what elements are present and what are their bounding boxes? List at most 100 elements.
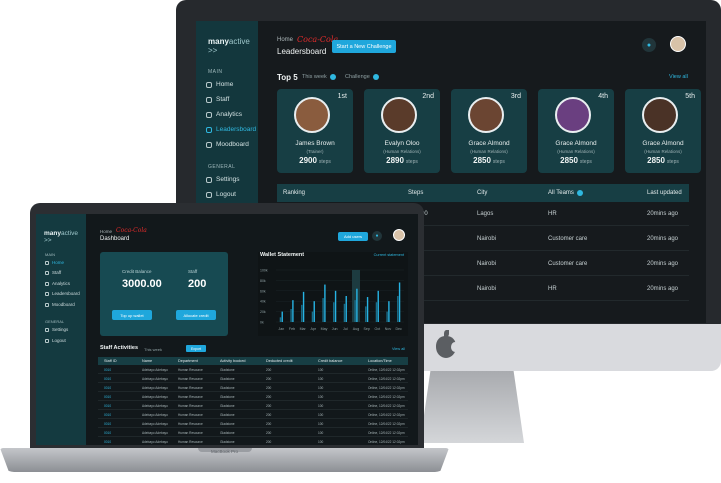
allocate-credit-button[interactable]: Allocate credit <box>176 310 216 320</box>
bar[interactable] <box>345 296 347 322</box>
bar[interactable] <box>398 282 401 322</box>
bar[interactable] <box>375 302 378 322</box>
bar[interactable] <box>356 288 358 322</box>
bar[interactable] <box>365 306 367 322</box>
week-filter[interactable]: This week <box>144 347 162 352</box>
column-header[interactable]: Activity booked <box>220 359 246 363</box>
start-challenge-button[interactable]: Start a New Challenge <box>332 40 396 53</box>
sidebar-item-staff[interactable]: Staff <box>45 270 61 275</box>
table-cell: 0010 <box>104 404 112 408</box>
table-row[interactable]: 0010 Adebayo Adebayo Human Resource Gladsto… <box>98 411 408 419</box>
bar[interactable] <box>377 290 379 322</box>
bar[interactable] <box>302 291 305 322</box>
sidebar-item-staff[interactable]: Staff <box>206 93 258 106</box>
bar[interactable] <box>386 311 388 322</box>
table-cell: Gladstone <box>220 404 235 408</box>
brand-logo[interactable]: manyactive >> <box>208 37 258 55</box>
avatar[interactable] <box>670 36 686 52</box>
sidebar-item-leadersboard[interactable]: Leadersboard <box>45 291 80 296</box>
leader-card[interactable]: 5th Grace Almond (Human Relations) 2850 s… <box>625 89 701 173</box>
chevron-down-icon <box>372 74 379 80</box>
credit-balance-label: Credit Balance <box>122 269 152 274</box>
table-cell: 200 <box>266 431 272 435</box>
ranking-table-header: Ranking Steps City All Teams Last update… <box>277 184 689 202</box>
avatar <box>555 97 591 133</box>
bar[interactable] <box>301 304 303 322</box>
table-row[interactable]: 0010 Adebayo Adebayo Human Resource Gladsto… <box>98 375 408 383</box>
table-cell: 0010 <box>104 440 112 444</box>
bar[interactable] <box>322 298 324 322</box>
teams-filter[interactable]: All Teams <box>548 190 583 196</box>
table-row[interactable]: 0010 Adebayo Adebayo Human Resource Gladsto… <box>98 402 408 410</box>
leader-card[interactable]: 4th Grace Almond (Human Relations) 2850 s… <box>538 89 614 173</box>
laptop-screen: manyactive >> MAIN Home Staff Analytics … <box>36 214 418 445</box>
bell-icon[interactable]: ● <box>642 38 656 52</box>
bar[interactable] <box>343 303 346 322</box>
breadcrumb[interactable]: Home <box>277 37 293 43</box>
tab-challenge[interactable]: Challenge <box>345 74 379 80</box>
bar[interactable] <box>311 311 314 322</box>
sidebar-item-logout[interactable]: Logout <box>206 188 258 201</box>
column-header[interactable]: Credit balance <box>318 359 342 363</box>
tab-this-week[interactable]: This week <box>302 74 336 80</box>
breadcrumb[interactable]: Home <box>100 229 112 234</box>
leader-card[interactable]: 2nd Evalyn Oloo (Human Relations) 2890st… <box>364 89 440 173</box>
bar[interactable] <box>354 300 356 322</box>
column-header[interactable]: Staff ID <box>104 359 117 363</box>
bar[interactable] <box>324 284 326 322</box>
leader-steps: 2850 steps <box>473 156 505 165</box>
leader-steps: 2850 steps <box>647 156 679 165</box>
top-up-wallet-button[interactable]: Top up wallet <box>112 310 152 320</box>
bar[interactable] <box>388 301 390 322</box>
sidebar-item-home[interactable]: Home <box>206 78 258 91</box>
bar[interactable] <box>292 300 294 322</box>
column-header[interactable]: Department <box>178 359 198 363</box>
table-row[interactable]: 0010 Adebayo Adebayo Human Resource Gladsto… <box>98 384 408 392</box>
sidebar-item-home[interactable]: Home <box>45 260 64 265</box>
table-row[interactable]: 0010 Adebayo Adebayo Human Resource Gladsto… <box>98 366 408 374</box>
rank-badge: 2nd <box>422 93 434 100</box>
bar[interactable] <box>281 311 283 322</box>
bar[interactable] <box>279 317 282 322</box>
table-cell: Human Resource <box>178 431 203 435</box>
column-header[interactable]: Location/Time <box>368 359 392 363</box>
bar[interactable] <box>334 290 337 322</box>
table-cell: Online, 12/04/22 12:02pm <box>368 431 405 435</box>
table-row[interactable]: 0010 Adebayo Adebayo Human Resource Gladsto… <box>98 429 408 437</box>
table-row[interactable]: 0010 Adebayo Adebayo Human Resource Gladsto… <box>98 438 408 445</box>
bar[interactable] <box>333 302 335 322</box>
view-all-link[interactable]: View all <box>392 347 405 351</box>
table-cell: 100 <box>318 368 324 372</box>
laptop-sidebar: manyactive >> MAIN Home Staff Analytics … <box>36 214 86 445</box>
brand-logo[interactable]: manyactive >> <box>44 230 86 244</box>
leader-card[interactable]: 1st James Brown (Trainer) 2900 steps <box>277 89 353 173</box>
bar[interactable] <box>290 309 292 322</box>
sidebar-item-moodboard[interactable]: Moodboard <box>206 138 258 151</box>
sidebar-item-analytics[interactable]: Analytics <box>45 281 70 286</box>
table-cell: 0010 <box>104 413 112 417</box>
sidebar-item-analytics[interactable]: Analytics <box>206 108 258 121</box>
sidebar-item-logout[interactable]: Logout <box>45 338 66 343</box>
avatar[interactable] <box>393 229 405 241</box>
sidebar-item-leadersboard[interactable]: Leadersboard <box>206 123 258 136</box>
view-all-link[interactable]: View all <box>669 74 688 80</box>
leader-card[interactable]: 3rd Grace Almond (Human Relations) 2850 s… <box>451 89 527 173</box>
mockup-stage: manyactive >> MAIN Home Staff Analytics … <box>0 0 721 483</box>
table-row[interactable]: 0010 Adebayo Adebayo Human Resource Gladsto… <box>98 420 408 428</box>
table-row[interactable]: 0010 Adebayo Adebayo Human Resource Gladsto… <box>98 393 408 401</box>
add-users-button[interactable]: Add users <box>338 232 368 241</box>
sidebar-item-settings[interactable]: Settings <box>206 173 258 186</box>
column-header[interactable]: Name <box>142 359 152 363</box>
sidebar-item-moodboard[interactable]: Moodboard <box>45 302 75 307</box>
table-cell: Adebayo Adebayo <box>142 386 168 390</box>
bar[interactable] <box>313 301 315 322</box>
column-header[interactable]: Deducted credit <box>266 359 293 363</box>
statement-selector[interactable]: Current statement <box>374 253 404 257</box>
bar[interactable] <box>397 296 399 322</box>
export-button[interactable]: Export <box>186 345 206 352</box>
bell-icon[interactable]: ● <box>372 231 382 241</box>
table-cell: Human Resource <box>178 440 203 444</box>
bar[interactable] <box>366 297 369 322</box>
x-tick-label: Feb <box>289 327 295 331</box>
sidebar-item-settings[interactable]: Settings <box>45 327 68 332</box>
